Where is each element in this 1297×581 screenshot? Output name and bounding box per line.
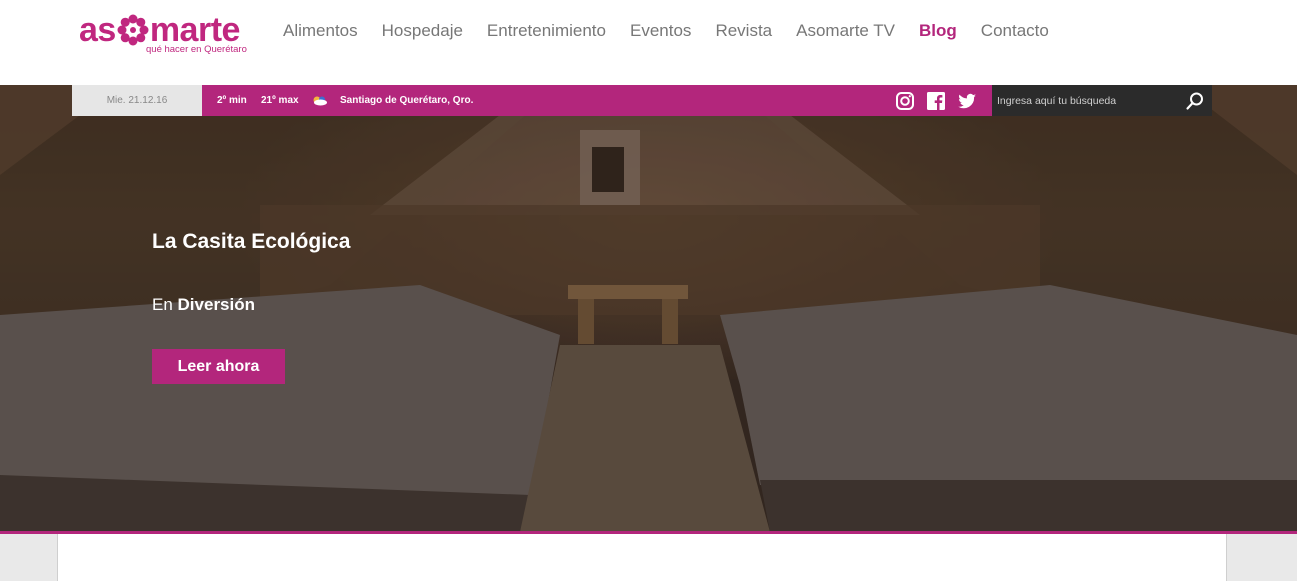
- site-logo[interactable]: as marte qué hacer en Querétaro: [79, 10, 249, 58]
- logo-prefix: as: [79, 11, 116, 49]
- flower-logo-icon: [117, 14, 149, 46]
- nav-blog[interactable]: Blog: [919, 20, 957, 42]
- nav-alimentos[interactable]: Alimentos: [283, 20, 358, 42]
- category-prefix: En: [152, 295, 173, 314]
- info-bar: Mie. 21.12.16 2º min 21º max Santiago de…: [72, 85, 1212, 116]
- nav-contacto[interactable]: Contacto: [981, 20, 1049, 42]
- nav-asomarte-tv[interactable]: Asomarte TV: [796, 20, 895, 42]
- search-icon[interactable]: [1185, 91, 1205, 111]
- read-now-button[interactable]: Leer ahora: [152, 349, 285, 384]
- min-temperature: 2º min: [217, 95, 247, 106]
- site-header: as marte qué hacer en Querétaro Alimento…: [0, 0, 1297, 85]
- facebook-icon[interactable]: [926, 91, 946, 111]
- category-link[interactable]: Diversión: [178, 295, 255, 314]
- nav-revista[interactable]: Revista: [715, 20, 772, 42]
- main-nav: Alimentos Hospedaje Entretenimiento Even…: [283, 20, 1073, 42]
- current-date: Mie. 21.12.16: [72, 85, 202, 116]
- nav-eventos[interactable]: Eventos: [630, 20, 691, 42]
- nav-hospedaje[interactable]: Hospedaje: [382, 20, 463, 42]
- nav-entretenimiento[interactable]: Entretenimiento: [487, 20, 606, 42]
- instagram-icon[interactable]: [895, 91, 915, 111]
- city-name: Santiago de Querétaro, Qro.: [340, 95, 474, 106]
- hero-title: La Casita Ecológica: [152, 230, 351, 253]
- twitter-icon[interactable]: [957, 91, 977, 111]
- search-input[interactable]: [992, 85, 1182, 116]
- logo-tagline: qué hacer en Querétaro: [146, 44, 247, 55]
- max-temperature: 21º max: [261, 95, 299, 106]
- content-card: [57, 534, 1227, 581]
- search-box: [992, 85, 1212, 116]
- weather-bar: 2º min 21º max Santiago de Querétaro, Qr…: [202, 85, 992, 116]
- hero-category: En Diversión: [152, 295, 255, 315]
- partly-cloudy-icon: [312, 95, 328, 106]
